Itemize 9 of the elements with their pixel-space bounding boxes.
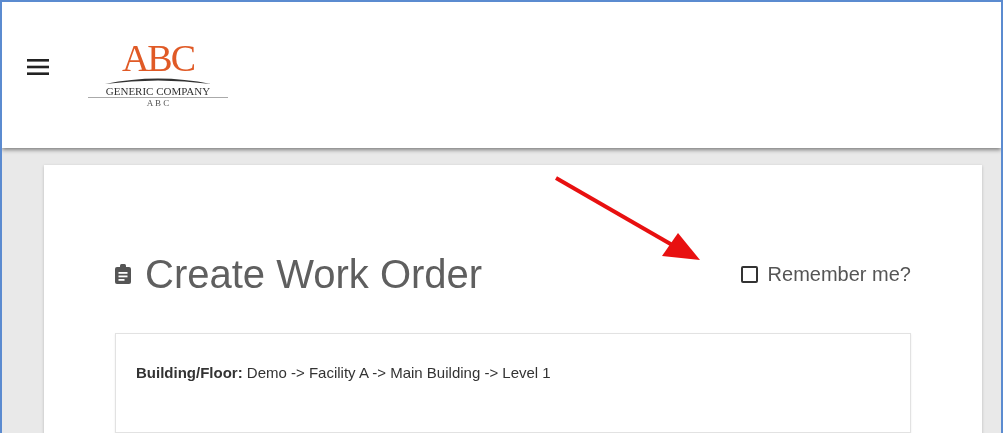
logo-title: ABC [121, 42, 195, 74]
logo-tagline: A B C [88, 97, 228, 108]
menu-icon[interactable] [27, 59, 49, 75]
remember-label: Remember me? [767, 262, 911, 286]
building-floor-text: Building/Floor: Demo -> Facility A -> Main Building -> Level 1 [136, 364, 551, 381]
logo-name: GENERIC COMPANY [105, 85, 211, 97]
page-title: Create Work Order [145, 251, 483, 297]
remember-checkbox[interactable] [740, 265, 758, 283]
clipboard-icon [115, 264, 131, 284]
